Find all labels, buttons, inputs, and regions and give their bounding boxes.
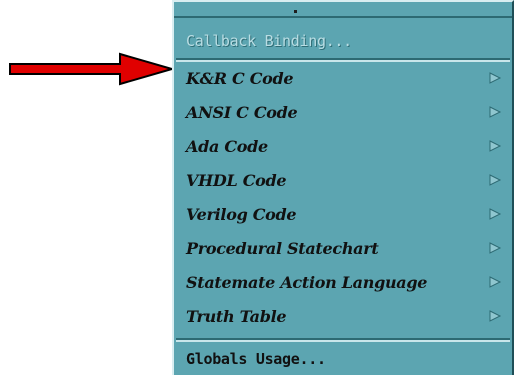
submenu-triangle-icon bbox=[489, 310, 502, 322]
menu-item-ada-code[interactable]: Ada Code bbox=[186, 129, 502, 163]
submenu-triangle-icon bbox=[489, 72, 502, 84]
menu-top-edge bbox=[174, 2, 512, 18]
menu-item-label: Verilog Code bbox=[186, 204, 297, 224]
menu-item-label: ANSI C Code bbox=[186, 102, 298, 122]
menu-top-tick bbox=[294, 10, 297, 13]
code-generation-menu: Callback Binding... K&R C Code ANSI C Co… bbox=[172, 0, 514, 375]
submenu-triangle-icon bbox=[489, 140, 502, 152]
menu-item-label: Globals Usage... bbox=[186, 350, 326, 368]
menu-item-vhdl-code[interactable]: VHDL Code bbox=[186, 163, 502, 197]
menu-item-procedural-statechart[interactable]: Procedural Statechart bbox=[186, 231, 502, 265]
screenshot-stage: Callback Binding... K&R C Code ANSI C Co… bbox=[0, 0, 522, 375]
menu-item-label: Truth Table bbox=[186, 306, 287, 326]
menu-item-label: Statemate Action Language bbox=[186, 272, 428, 292]
menu-item-label: K&R C Code bbox=[186, 68, 294, 88]
menu-item-statemate-action-language[interactable]: Statemate Action Language bbox=[186, 265, 502, 299]
menu-item-callback-binding: Callback Binding... bbox=[186, 24, 502, 58]
menu-item-label: Procedural Statechart bbox=[186, 238, 379, 258]
submenu-triangle-icon bbox=[489, 276, 502, 288]
menu-item-kr-c-code[interactable]: K&R C Code bbox=[186, 61, 502, 95]
menu-item-verilog-code[interactable]: Verilog Code bbox=[186, 197, 502, 231]
submenu-triangle-icon bbox=[489, 106, 502, 118]
menu-item-truth-table[interactable]: Truth Table bbox=[186, 299, 502, 333]
submenu-triangle-icon bbox=[489, 208, 502, 220]
menu-item-label: Ada Code bbox=[186, 136, 268, 156]
menu-item-globals-usage[interactable]: Globals Usage... bbox=[186, 342, 502, 375]
menu-item-ansi-c-code[interactable]: ANSI C Code bbox=[186, 95, 502, 129]
submenu-triangle-icon bbox=[489, 174, 502, 186]
menu-item-label: VHDL Code bbox=[186, 170, 287, 190]
red-right-arrow-icon bbox=[9, 52, 176, 86]
submenu-triangle-icon bbox=[489, 242, 502, 254]
menu-item-label: Callback Binding... bbox=[186, 32, 352, 50]
